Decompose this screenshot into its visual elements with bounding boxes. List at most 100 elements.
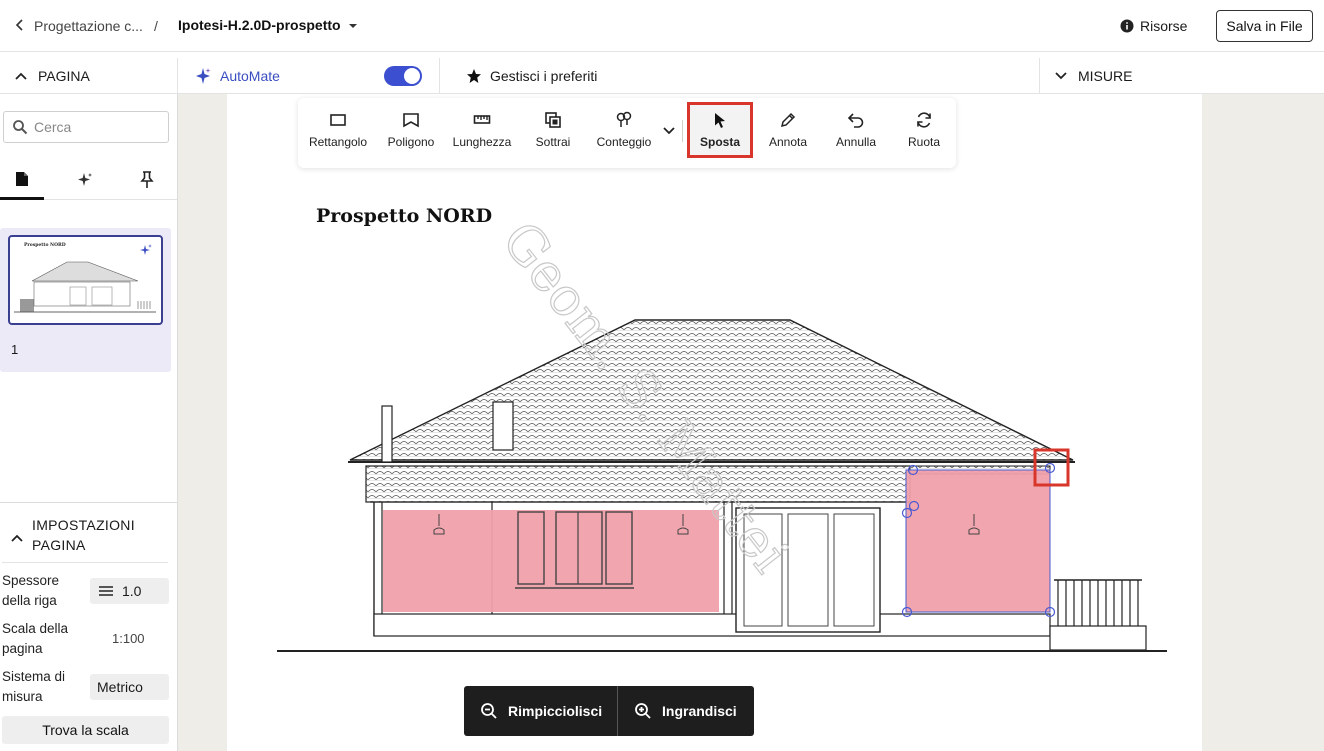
drawing-toolbar: Rettangolo Poligono Lunghezza Sottrai Co… <box>298 98 956 168</box>
line-thickness-value: 1.0 <box>122 583 142 599</box>
measures-section-toggle[interactable]: MISURE <box>1040 58 1324 93</box>
automate-toggle[interactable] <box>384 66 422 86</box>
save-to-file-button[interactable]: Salva in File <box>1216 10 1313 42</box>
polygon-tool-button[interactable]: Poligono <box>378 102 444 158</box>
polygon-tool-label: Poligono <box>387 135 435 149</box>
line-thickness-field[interactable]: 1.0 <box>90 578 169 604</box>
manage-favorites-button[interactable]: Gestisci i preferiti <box>440 58 1040 93</box>
chevron-up-icon <box>11 534 23 542</box>
find-scale-button[interactable]: Trova la scala <box>2 716 169 744</box>
zoom-out-button[interactable]: Rimpicciolisci <box>464 686 617 736</box>
breadcrumb-separator: / <box>154 18 158 34</box>
rectangle-icon <box>330 114 346 126</box>
resources-button[interactable]: Risorse <box>1120 17 1187 35</box>
terrace-base <box>1049 625 1147 651</box>
sparkle-icon <box>196 67 211 84</box>
annotate-tool-label: Annota <box>768 135 808 149</box>
page-section-toggle[interactable]: PAGINA <box>0 58 178 93</box>
move-tool-label: Sposta <box>699 135 740 149</box>
star-icon <box>467 68 481 83</box>
tab-pages[interactable] <box>0 160 44 200</box>
measure-system-label: Sistema di misura <box>2 669 66 704</box>
railing-bars <box>1057 580 1139 626</box>
pencil-icon <box>780 112 796 128</box>
move-tool-button[interactable]: Sposta <box>687 102 753 158</box>
subtract-tool-button[interactable]: Sottrai <box>522 102 584 158</box>
chimney-center <box>492 401 514 451</box>
page-scale-label: Scala della pagina <box>2 621 69 656</box>
manage-favorites-label: Gestisci i preferiti <box>490 67 598 84</box>
toggle-knob <box>404 68 420 84</box>
length-tool-label: Lunghezza <box>452 135 512 149</box>
search-input[interactable] <box>34 119 164 135</box>
pages-icon <box>16 171 28 186</box>
page-section-label: PAGINA <box>38 67 90 84</box>
measured-area-right[interactable] <box>905 469 1051 613</box>
search-box[interactable] <box>3 111 169 143</box>
porch-eave-band <box>365 465 911 503</box>
page-thumbnail-card[interactable]: Prospetto NORD 1 <box>0 228 171 372</box>
count-tool-label: Conteggio <box>596 135 652 149</box>
rotate-button[interactable]: Ruota <box>894 102 954 158</box>
resources-label: Risorse <box>1140 18 1188 34</box>
subtract-tool-label: Sottrai <box>535 135 571 149</box>
rectangle-tool-label: Rettangolo <box>308 135 368 149</box>
ruler-icon <box>473 115 491 124</box>
page-settings-panel: IMPOSTAZIONI PAGINA Spessore della riga … <box>0 502 177 751</box>
cursor-icon <box>715 113 725 128</box>
zoom-controls: Rimpicciolisci Ingrandisci <box>464 686 754 736</box>
subtract-icon <box>545 112 561 128</box>
measure-system-value: Metrico <box>97 679 143 695</box>
undo-button[interactable]: Annulla <box>826 102 886 158</box>
zoom-out-icon <box>481 703 497 719</box>
elevation-drawing[interactable]: Prospetto NORD Geom. S. Mattei <box>227 94 1202 751</box>
left-sidebar: Prospetto NORD 1 IMPOSTAZIONI PAGINA Spe… <box>0 94 178 751</box>
page-thumbnail[interactable]: Prospetto NORD <box>8 235 163 325</box>
measures-section-label: MISURE <box>1078 67 1133 84</box>
info-icon <box>1120 19 1134 33</box>
page-settings-title: IMPOSTAZIONI PAGINA <box>32 517 135 553</box>
automate-section: AutoMate <box>178 58 440 93</box>
caret-down-icon[interactable] <box>347 21 359 31</box>
rotate-label: Ruota <box>907 135 941 149</box>
breadcrumb-parent-link[interactable]: Progettazione c... <box>34 18 143 34</box>
sparkle-icon <box>78 173 92 186</box>
base-plinth <box>373 613 1051 637</box>
top-bar: Progettazione c... / Ipotesi-H.2.0D-pros… <box>0 0 1324 52</box>
undo-label: Annulla <box>835 135 877 149</box>
annotate-tool-button[interactable]: Annota <box>758 102 818 158</box>
length-tool-button[interactable]: Lunghezza <box>448 102 516 158</box>
measured-area-left[interactable] <box>383 510 719 612</box>
chevron-down-icon[interactable] <box>662 126 676 136</box>
page-settings-toggle[interactable]: IMPOSTAZIONI PAGINA <box>10 515 152 555</box>
chevron-down-icon <box>1055 71 1067 79</box>
secondary-bar: PAGINA AutoMate Gestisci i preferiti MIS… <box>0 58 1324 94</box>
chevron-left-icon[interactable] <box>12 17 28 33</box>
chevron-up-icon <box>15 72 27 80</box>
undo-icon <box>847 113 864 128</box>
zoom-in-label: Ingrandisci <box>662 703 737 719</box>
count-tool-button[interactable]: Conteggio <box>590 102 658 158</box>
zoom-in-button[interactable]: Ingrandisci <box>618 686 754 736</box>
page-number: 1 <box>11 342 19 357</box>
drawing-title: Prospetto NORD <box>316 205 492 227</box>
line-weight-icon <box>99 586 113 596</box>
sidebar-tabs <box>0 160 177 200</box>
measure-system-select[interactable]: Metrico <box>90 674 169 700</box>
tab-pinned[interactable] <box>125 160 169 200</box>
count-icon <box>616 111 632 127</box>
automate-label: AutoMate <box>220 67 280 84</box>
rotate-icon <box>917 112 931 128</box>
toolbar-separator <box>682 120 683 142</box>
line-thickness-label: Spessore della riga <box>2 573 60 608</box>
pin-icon <box>140 171 154 188</box>
tab-automate[interactable] <box>63 160 107 200</box>
document-title[interactable]: Ipotesi-H.2.0D-prospetto <box>178 17 341 33</box>
sparkle-icon <box>140 244 152 255</box>
zoom-in-icon <box>635 703 651 719</box>
search-icon <box>13 120 28 135</box>
divider <box>2 562 168 563</box>
polygon-icon <box>403 113 419 128</box>
page-scale-value[interactable]: 1:100 <box>112 631 145 646</box>
rectangle-tool-button[interactable]: Rettangolo <box>304 102 372 158</box>
